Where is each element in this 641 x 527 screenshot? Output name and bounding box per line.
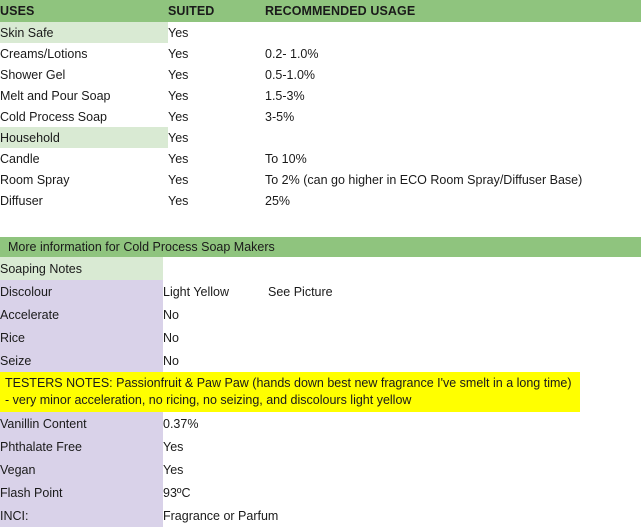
row-suited: Yes [168, 88, 189, 103]
row-usage: To 10% [265, 151, 307, 166]
cold-process-table: More information for Cold Process Soap M… [0, 237, 641, 527]
row-label: Melt and Pour Soap [0, 88, 111, 103]
testers-notes-row: TESTERS NOTES: Passionfruit & Paw Paw (h… [0, 372, 641, 412]
row-label: Creams/Lotions [0, 46, 88, 61]
table-row: Shower Gel Yes 0.5-1.0% [0, 64, 641, 85]
testers-notes-cell: TESTERS NOTES: Passionfruit & Paw Paw (h… [0, 372, 641, 412]
spec-label: INCI: [0, 504, 163, 527]
cp-banner-row: More information for Cold Process Soap M… [0, 237, 641, 257]
row-label: Diffuser [0, 193, 43, 208]
spec-label: Flash Point [0, 481, 163, 504]
spec-row-inci: INCI: Fragrance or Parfum [0, 504, 641, 527]
note-value: Light Yellow [163, 284, 230, 299]
soaping-notes-header-blank-1 [163, 257, 268, 280]
section-header-household: Household Yes [0, 127, 641, 148]
note-value: No [163, 353, 179, 368]
row-usage: 25% [265, 193, 291, 208]
spec-row-vanillin-content: Vanillin Content 0.37% [0, 412, 641, 435]
note-row-discolour: Discolour Light Yellow See Picture [0, 280, 641, 303]
row-suited: Yes [168, 46, 189, 61]
table-row: Melt and Pour Soap Yes 1.5-3% [0, 85, 641, 106]
row-label: Cold Process Soap [0, 109, 108, 124]
row-usage: 1.5-3% [265, 88, 305, 103]
table-row: Diffuser Yes 25% [0, 190, 641, 211]
row-suited: Yes [168, 172, 189, 187]
row-label: Room Spray [0, 172, 70, 187]
note-row-accelerate: Accelerate No [0, 303, 641, 326]
row-usage: To 2% (can go higher in ECO Room Spray/D… [265, 172, 583, 187]
note-extra [268, 326, 641, 349]
note-extra [268, 349, 641, 372]
spec-label: Vanillin Content [0, 412, 163, 435]
spec-row-flash-point: Flash Point 93ºC [0, 481, 641, 504]
spec-label: Vegan [0, 458, 163, 481]
table-row: Candle Yes To 10% [0, 148, 641, 169]
row-suited: Yes [168, 151, 189, 166]
soaping-notes-header: Soaping Notes [0, 257, 163, 280]
note-extra [268, 303, 641, 326]
table-row: Creams/Lotions Yes 0.2- 1.0% [0, 43, 641, 64]
note-value: No [163, 330, 179, 345]
spec-row-vegan: Vegan Yes [0, 458, 641, 481]
testers-notes-text: TESTERS NOTES: Passionfruit & Paw Paw (h… [0, 372, 580, 412]
section-header-skin-safe: Skin Safe Yes [0, 22, 641, 43]
spec-value: 0.37% [163, 416, 199, 431]
spec-value: Fragrance or Parfum [163, 508, 279, 523]
spec-blank [268, 412, 641, 435]
note-label: Accelerate [0, 303, 163, 326]
note-label: Discolour [0, 280, 163, 303]
row-suited: Yes [168, 67, 189, 82]
column-header-suited: SUITED [168, 0, 265, 22]
column-header-recommended-usage: RECOMMENDED USAGE [265, 0, 641, 22]
row-suited: Yes [168, 109, 189, 124]
section-suited-household: Yes [168, 130, 189, 145]
row-usage: 0.2- 1.0% [265, 46, 319, 61]
spec-row-phthalate-free: Phthalate Free Yes [0, 435, 641, 458]
section-suited-skin-safe: Yes [168, 25, 189, 40]
row-suited: Yes [168, 193, 189, 208]
spec-blank [268, 481, 641, 504]
spec-blank [268, 435, 641, 458]
section-usage-household [265, 127, 641, 148]
soaping-notes-header-blank-2 [268, 257, 641, 280]
spec-value: 93ºC [163, 485, 191, 500]
cp-banner-label: More information for Cold Process Soap M… [0, 237, 641, 257]
note-row-seize: Seize No [0, 349, 641, 372]
section-title-household: Household [0, 127, 168, 148]
row-usage: 3-5% [265, 109, 295, 124]
row-usage: 0.5-1.0% [265, 67, 316, 82]
note-extra: See Picture [268, 284, 333, 299]
section-title-skin-safe: Skin Safe [0, 22, 168, 43]
note-label: Rice [0, 326, 163, 349]
section-usage-skin-safe [265, 22, 641, 43]
section-spacer [0, 211, 641, 237]
note-label: Seize [0, 349, 163, 372]
spec-label: Phthalate Free [0, 435, 163, 458]
table-row: Cold Process Soap Yes 3-5% [0, 106, 641, 127]
uses-table: USES SUITED RECOMMENDED USAGE Skin Safe … [0, 0, 641, 237]
uses-table-header-row: USES SUITED RECOMMENDED USAGE [0, 0, 641, 22]
column-header-uses: USES [0, 0, 168, 22]
row-label: Shower Gel [0, 67, 66, 82]
row-label: Candle [0, 151, 40, 166]
soaping-notes-header-row: Soaping Notes [0, 257, 641, 280]
spec-value: Yes [163, 439, 184, 454]
note-row-rice: Rice No [0, 326, 641, 349]
spec-blank [268, 458, 641, 481]
spec-value: Yes [163, 462, 184, 477]
table-row: Room Spray Yes To 2% (can go higher in E… [0, 169, 641, 190]
note-value: No [163, 307, 179, 322]
